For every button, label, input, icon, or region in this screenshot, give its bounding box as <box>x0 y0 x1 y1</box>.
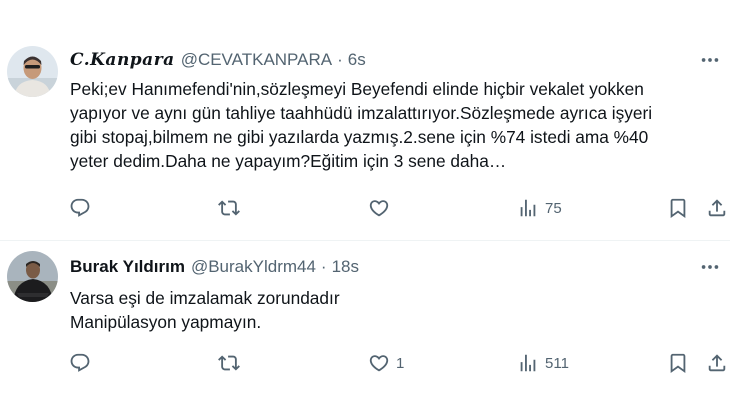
retweet-icon <box>218 200 240 216</box>
tweet-text: Varsa eşi de imzalamak zorundadır Manipü… <box>70 288 340 332</box>
retweet-button[interactable] <box>218 193 246 223</box>
like-count: 1 <box>396 354 405 372</box>
avatar-photo <box>7 251 58 302</box>
tweet-header: C.𝑲𝒂𝒏𝒑𝒂𝒓𝒂 @CEVATKANPARA · 6s <box>70 48 366 72</box>
share-button[interactable] <box>706 348 728 378</box>
tweet-text: Peki;ev Hanımefendi'nin,sözleşmeyi Beyef… <box>70 79 653 171</box>
bookmark-button[interactable] <box>667 193 689 223</box>
tweet-card[interactable]: C.𝑲𝒂𝒏𝒑𝒂𝒓𝒂 @CEVATKANPARA · 6s Peki;ev Han… <box>0 30 730 238</box>
display-name[interactable]: C.𝑲𝒂𝒏𝒑𝒂𝒓𝒂 <box>70 50 175 70</box>
views-button[interactable]: 75 <box>517 193 562 223</box>
heart-icon <box>369 200 389 217</box>
views-chart-icon <box>520 199 536 217</box>
tweet-divider <box>0 240 730 241</box>
retweet-icon <box>218 355 240 371</box>
tweet-card[interactable]: Burak Yıldırım @BurakYldrm44 · 18s Varsa… <box>0 243 730 420</box>
views-button[interactable]: 511 <box>517 348 569 378</box>
like-button[interactable] <box>368 193 396 223</box>
like-button[interactable]: 1 <box>368 348 404 378</box>
reply-icon <box>70 198 90 217</box>
share-button[interactable] <box>706 193 728 223</box>
reply-button[interactable] <box>69 348 97 378</box>
timestamp[interactable]: 6s <box>348 50 366 70</box>
tweet-header: Burak Yıldırım @BurakYldrm44 · 18s <box>70 255 359 279</box>
share-icon <box>708 354 726 372</box>
separator-dot: · <box>320 257 327 276</box>
display-name[interactable]: Burak Yıldırım <box>70 257 185 277</box>
avatar-photo <box>7 46 58 97</box>
avatar[interactable] <box>7 251 58 302</box>
bookmark-button[interactable] <box>667 348 689 378</box>
timestamp[interactable]: 18s <box>332 257 359 277</box>
user-handle[interactable]: @BurakYldrm44 <box>191 257 316 277</box>
bookmark-icon <box>670 353 686 374</box>
bookmark-icon <box>670 198 686 219</box>
action-bar: 75 <box>0 193 730 223</box>
share-icon <box>708 199 726 217</box>
retweet-button[interactable] <box>218 348 246 378</box>
avatar[interactable] <box>7 46 58 97</box>
separator-dot: · <box>337 50 343 69</box>
more-options-button[interactable] <box>696 255 724 279</box>
more-options-button[interactable] <box>696 48 724 72</box>
more-horizontal-icon <box>701 58 719 62</box>
action-bar: 1 511 <box>0 348 730 378</box>
reply-icon <box>70 353 90 372</box>
user-handle[interactable]: @CEVATKANPARA <box>181 50 332 70</box>
views-chart-icon <box>520 354 536 372</box>
reply-button[interactable] <box>69 193 97 223</box>
heart-icon <box>369 355 389 372</box>
view-count: 75 <box>545 199 562 217</box>
more-horizontal-icon <box>701 265 719 269</box>
view-count: 511 <box>545 354 569 372</box>
